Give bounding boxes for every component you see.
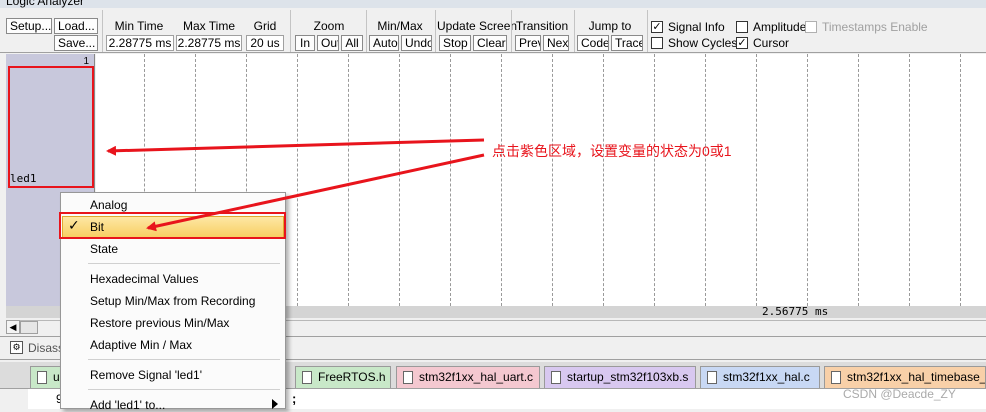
cursor-time-readout: 2.56775 ms [762, 305, 829, 318]
update-screen-label: Update Screen [437, 19, 518, 33]
grid-line [603, 54, 604, 306]
watermark: CSDN @Deacde_ZY [843, 387, 956, 401]
window-title-bar: Logic Analyzer [0, 0, 986, 8]
file-icon [707, 371, 717, 384]
timestamps-label: Timestamps Enable [822, 20, 928, 34]
window-title: Logic Analyzer [6, 0, 85, 8]
file-icon [37, 371, 47, 384]
menu-item-analog[interactable]: Analog [90, 198, 127, 212]
highlight-signal-area [8, 66, 94, 188]
transition-next-button[interactable]: Next [543, 35, 569, 51]
tab-label: stm32f1xx_hal.c [723, 370, 810, 384]
file-icon [551, 371, 561, 384]
minmax-undo-button[interactable]: Undo [401, 35, 432, 51]
transition-prev-button[interactable]: Prev [515, 35, 541, 51]
tab-hal-timebase[interactable]: stm32f1xx_hal_timebase_t [824, 366, 986, 388]
show-cycles-label: Show Cycles [668, 36, 738, 50]
grid-line [297, 54, 298, 306]
transition-label: Transition [515, 19, 569, 33]
load-button[interactable]: Load... [54, 18, 98, 34]
grid-line [399, 54, 400, 306]
tab-label: FreeRTOS.h [318, 370, 386, 384]
menu-item-add-to[interactable]: Add 'led1' to... [90, 398, 165, 412]
grid-line [705, 54, 706, 306]
toolbar: Setup... Load... Save... Min Time 2.2877… [0, 8, 986, 53]
grid-label: Grid [253, 19, 277, 33]
tab-hal-c[interactable]: stm32f1xx_hal.c [700, 366, 820, 388]
disassembly-tab-label[interactable]: Disass [28, 341, 64, 355]
cursor-label: Cursor [753, 36, 790, 50]
menu-separator [88, 263, 280, 264]
editor-gutter [0, 389, 28, 409]
tab-startup-s[interactable]: startup_stm32f103xb.s [544, 366, 696, 388]
menu-item-hex-values[interactable]: Hexadecimal Values [90, 272, 199, 286]
file-icon [831, 371, 841, 384]
cursor-checkbox[interactable]: ✓ [736, 37, 748, 49]
tab-freertos-h[interactable]: FreeRTOS.h [295, 366, 391, 388]
menu-item-restore-minmax[interactable]: Restore previous Min/Max [90, 316, 229, 330]
highlight-bit-item [59, 212, 286, 239]
disassembly-icon[interactable]: ⚙ [10, 341, 23, 354]
save-button[interactable]: Save... [54, 35, 98, 51]
menu-item-remove-signal[interactable]: Remove Signal 'led1' [90, 368, 202, 382]
grid-line [960, 54, 961, 306]
grid-line [909, 54, 910, 306]
menu-item-adaptive-minmax[interactable]: Adaptive Min / Max [90, 338, 192, 352]
signal-info-checkbox[interactable]: ✓ [651, 21, 663, 33]
update-stop-button[interactable]: Stop [439, 35, 471, 51]
scroll-left-arrow-icon[interactable]: ◀ [6, 320, 20, 334]
minmax-auto-button[interactable]: Auto [369, 35, 399, 51]
tab-hal-uart-c[interactable]: stm32f1xx_hal_uart.c [396, 366, 540, 388]
grid-value: 20 us [246, 35, 284, 51]
grid-line [807, 54, 808, 306]
tab-label: stm32f1xx_hal_timebase_t [847, 370, 986, 384]
zoom-all-button[interactable]: All [341, 35, 363, 51]
jump-code-button[interactable]: Code [577, 35, 609, 51]
menu-separator [88, 389, 280, 390]
tab-label: startup_stm32f103xb.s [567, 370, 689, 384]
file-icon [403, 371, 413, 384]
min-time-label: Min Time [114, 19, 164, 33]
menu-item-setup-minmax[interactable]: Setup Min/Max from Recording [90, 294, 255, 308]
zoom-in-button[interactable]: In [295, 35, 315, 51]
setup-button[interactable]: Setup... [6, 18, 52, 34]
grid-line [450, 54, 451, 306]
max-time-value: 2.28775 ms [176, 35, 242, 51]
file-icon [302, 371, 312, 384]
zoom-out-button[interactable]: Out [317, 35, 339, 51]
jump-to-label: Jump to [588, 19, 632, 33]
min-time-value: 2.28775 ms [106, 35, 174, 51]
timestamps-checkbox [805, 21, 817, 33]
menu-separator [88, 359, 280, 360]
show-cycles-checkbox[interactable] [651, 37, 663, 49]
grid-line [348, 54, 349, 306]
grid-line [501, 54, 502, 306]
amplitude-label: Amplitude [753, 20, 807, 34]
amplitude-checkbox[interactable] [736, 21, 748, 33]
tab-label: u [53, 370, 60, 384]
zoom-label: Zoom [313, 19, 345, 33]
code-text: ; [292, 391, 297, 406]
signal-info-label: Signal Info [668, 20, 725, 34]
grid-line [858, 54, 859, 306]
minmax-label: Min/Max [377, 19, 423, 33]
grid-line [654, 54, 655, 306]
tab-label: stm32f1xx_hal_uart.c [419, 370, 534, 384]
grid-line [552, 54, 553, 306]
grid-line [756, 54, 757, 306]
scrollbar-thumb[interactable] [20, 321, 38, 334]
menu-item-state[interactable]: State [90, 242, 118, 256]
update-clear-button[interactable]: Clear [473, 35, 507, 51]
submenu-arrow-icon [272, 399, 278, 409]
annotation-text: 点击紫色区域，设置变量的状态为0或1 [492, 143, 732, 159]
jump-trace-button[interactable]: Trace [611, 35, 643, 51]
max-time-label: Max Time [182, 19, 235, 33]
